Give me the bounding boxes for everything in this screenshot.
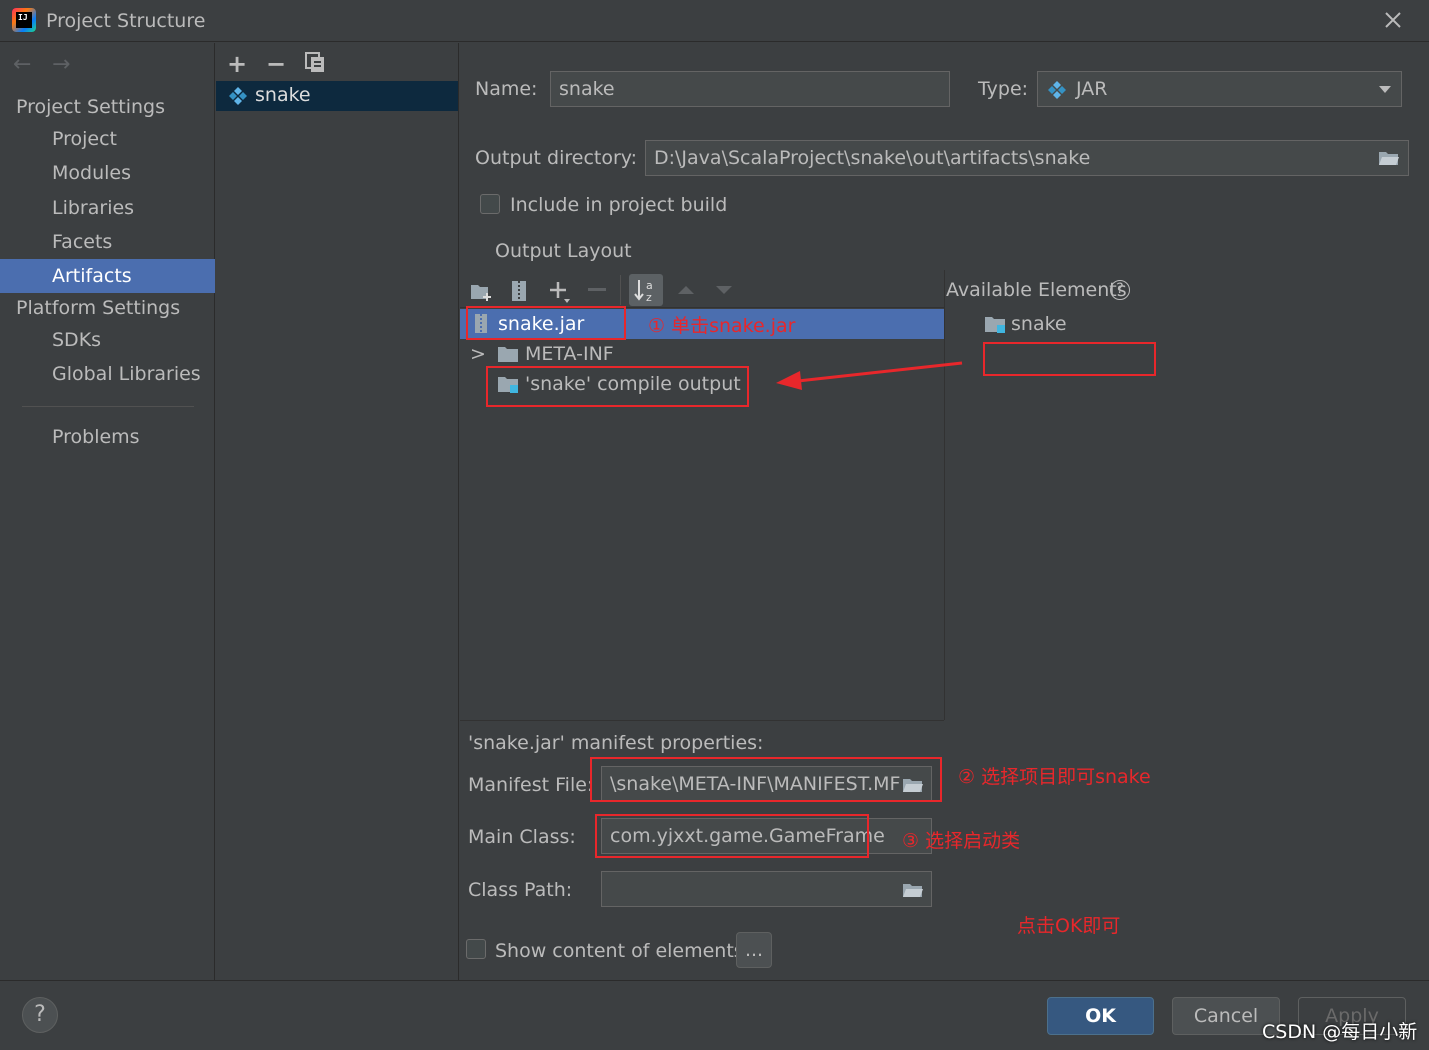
window-title: Project Structure <box>46 10 206 32</box>
sidebar-item-facets[interactable]: Facets <box>0 225 215 259</box>
add-artifact-icon[interactable]: + <box>227 50 247 78</box>
move-up-icon[interactable] <box>676 284 696 296</box>
annotation-step1: ① 单击snake.jar <box>648 315 796 337</box>
show-content-checkbox[interactable] <box>466 939 486 959</box>
new-directory-icon[interactable] <box>470 282 494 302</box>
remove-element-icon[interactable] <box>588 288 606 292</box>
annotation-step3: ③ 选择启动类 <box>902 830 1021 852</box>
annotation-box-manifest <box>590 757 942 802</box>
include-in-build-label: Include in project build <box>510 194 728 216</box>
output-directory-input[interactable]: D:\Java\ScalaProject\snake\out\artifacts… <box>645 140 1409 176</box>
chevron-down-icon <box>1379 86 1391 93</box>
include-in-build-checkbox[interactable] <box>480 194 500 214</box>
show-content-options-button[interactable]: ... <box>736 932 772 968</box>
toolbar-separator <box>620 275 621 305</box>
annotation-box-available <box>983 342 1156 376</box>
sidebar-item-libraries[interactable]: Libraries <box>0 191 215 225</box>
help-question-icon[interactable]: ? <box>1110 280 1130 300</box>
sidebar-divider <box>22 406 194 407</box>
intellij-logo-icon: IJ <box>12 8 36 32</box>
available-elements-title: Available Elements <box>946 279 1127 301</box>
folder-browse-icon[interactable] <box>902 881 924 899</box>
annotation-ok-note: 点击OK即可 <box>1017 915 1121 937</box>
annotation-box-compile-output <box>486 366 749 407</box>
move-down-icon[interactable] <box>714 284 734 296</box>
annotation-box-jar <box>466 306 626 340</box>
artifact-diamond-icon <box>229 87 247 105</box>
artifact-list-item[interactable] <box>216 81 458 111</box>
csdn-watermark: CSDN @每日小新 <box>1262 1021 1418 1043</box>
sidebar-item-project[interactable]: Project <box>0 122 215 156</box>
ok-button[interactable]: OK <box>1047 997 1154 1035</box>
sidebar-item-modules[interactable]: Modules <box>0 156 215 190</box>
annotation-step2: ② 选择项目即可snake <box>958 766 1151 788</box>
sidebar-item-global-libraries[interactable]: Global Libraries <box>0 357 215 391</box>
annotation-box-main-class <box>595 814 869 858</box>
module-folder-icon <box>985 317 1005 333</box>
close-icon[interactable] <box>1383 10 1403 30</box>
forward-arrow-icon[interactable]: → <box>52 52 70 77</box>
layout-divider <box>944 270 945 720</box>
sidebar-item-artifacts[interactable]: Artifacts <box>0 259 215 293</box>
main-class-label: Main Class: <box>468 826 576 848</box>
manifest-file-label: Manifest File: <box>468 774 594 796</box>
artifact-list-panel <box>216 43 459 980</box>
manifest-properties-title: 'snake.jar' manifest properties: <box>468 732 764 754</box>
output-directory-label: Output directory: <box>475 147 638 169</box>
class-path-label: Class Path: <box>468 879 573 901</box>
add-copy-of-icon[interactable] <box>548 280 572 304</box>
artifact-name-label: snake <box>255 84 311 106</box>
jar-type-icon <box>1048 81 1066 99</box>
sidebar-item-problems[interactable]: Problems <box>0 420 215 454</box>
layout-toolbar <box>460 272 944 308</box>
folder-browse-icon[interactable] <box>1378 149 1400 167</box>
back-arrow-icon[interactable]: ← <box>13 52 31 77</box>
type-select[interactable]: JAR <box>1037 71 1402 107</box>
available-item-snake[interactable]: snake <box>1011 313 1067 335</box>
svg-text:z: z <box>646 291 652 304</box>
sort-alphabetically-icon[interactable]: a z <box>629 274 663 306</box>
sidebar-item-sdks[interactable]: SDKs <box>0 323 215 357</box>
help-button[interactable]: ? <box>22 997 58 1033</box>
remove-artifact-icon[interactable]: − <box>266 50 286 78</box>
tree-item-meta-inf[interactable]: META-INF <box>525 343 614 365</box>
type-label: Type: <box>978 78 1029 100</box>
title-bar <box>0 0 1429 42</box>
copy-artifact-icon[interactable] <box>304 51 326 73</box>
name-label: Name: <box>475 78 538 100</box>
project-settings-header: Project Settings <box>16 96 165 118</box>
output-layout-title: Output Layout <box>495 240 632 262</box>
archive-icon[interactable] <box>511 280 527 302</box>
annotation-arrow <box>776 361 963 390</box>
show-content-label: Show content of elements <box>495 940 744 962</box>
folder-icon <box>498 347 518 362</box>
manifest-divider <box>460 720 944 721</box>
name-input[interactable]: snake <box>550 71 950 107</box>
platform-settings-header: Platform Settings <box>16 297 181 319</box>
expand-chevron-icon[interactable]: > <box>470 343 486 365</box>
class-path-input[interactable] <box>601 871 932 907</box>
